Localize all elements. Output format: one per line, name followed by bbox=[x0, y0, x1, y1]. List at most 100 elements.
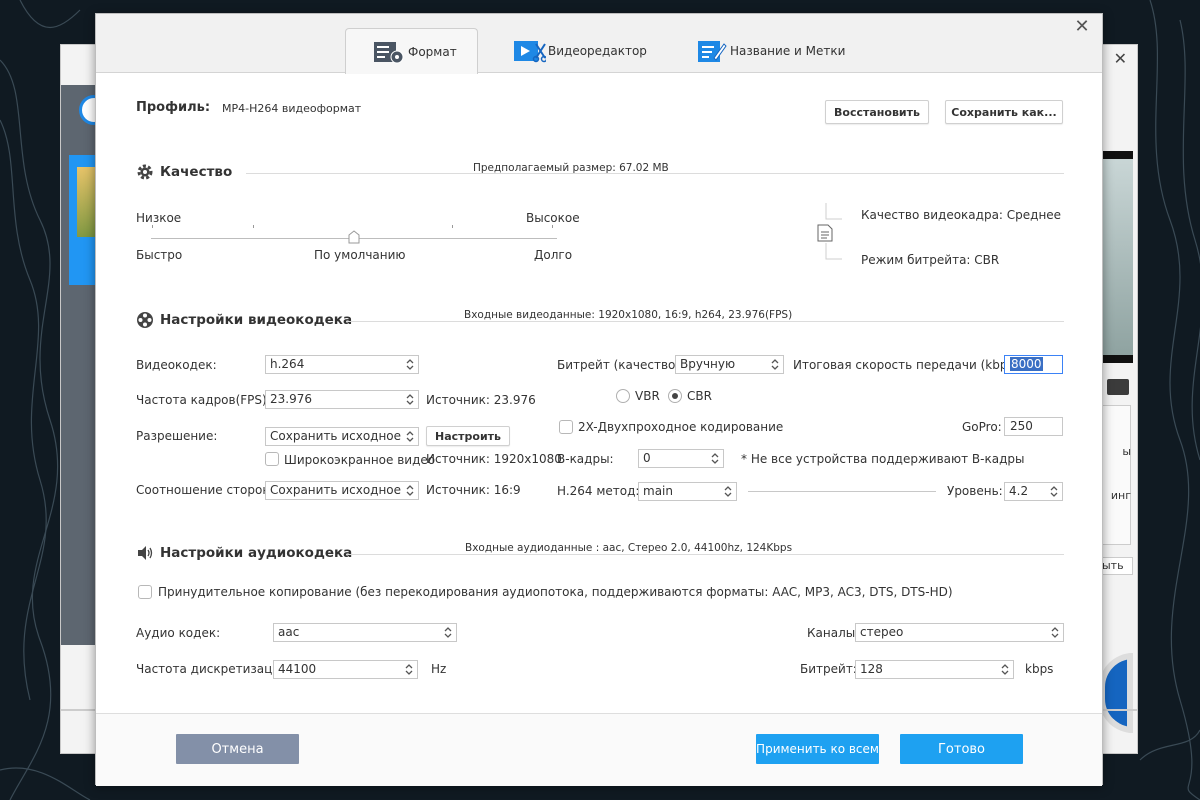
resolution-value: Сохранить исходное bbox=[270, 429, 402, 443]
audio-bitrate-value: 128 bbox=[860, 662, 883, 676]
background-folder-icon[interactable] bbox=[1107, 379, 1129, 395]
cbr-radio[interactable] bbox=[668, 389, 682, 403]
dialog-footer: Отмена Применить ко всем Готово bbox=[96, 713, 1102, 786]
channels-label: Каналы: bbox=[807, 626, 860, 640]
aspect-label: Соотношение сторон: bbox=[136, 483, 275, 497]
video-codec-value: h.264 bbox=[270, 357, 305, 371]
aspect-select[interactable]: Сохранить исходное bbox=[265, 481, 419, 500]
widescreen-checkbox[interactable] bbox=[265, 452, 279, 466]
spinner-arrows-icon bbox=[444, 627, 452, 638]
final-speed-label: Итоговая скорость передачи (kbps): bbox=[793, 358, 1023, 372]
tab-bar: Формат Видеоредактор Название и Метки ✕ bbox=[96, 14, 1102, 74]
gopro-label: GoPro: bbox=[962, 420, 1002, 434]
h264-method-value: main bbox=[643, 484, 673, 498]
spinner-arrows-icon bbox=[406, 485, 414, 496]
spinner-arrows-icon bbox=[1001, 664, 1009, 675]
speed-fast-label: Быстро bbox=[136, 248, 183, 262]
video-codec-select[interactable]: h.264 bbox=[265, 355, 419, 374]
audio-bitrate-select[interactable]: 128 bbox=[855, 660, 1014, 679]
configure-button[interactable]: Настроить bbox=[426, 426, 510, 446]
video-section-title: Настройки видеокодека bbox=[136, 311, 352, 329]
fps-select[interactable]: 23.976 bbox=[265, 390, 419, 409]
quality-slider-thumb[interactable] bbox=[348, 230, 360, 244]
samplerate-select[interactable]: 44100 bbox=[273, 660, 418, 679]
aspect-source: Источник: 16:9 bbox=[426, 483, 521, 497]
format-icon bbox=[374, 41, 404, 63]
samplerate-unit: Hz bbox=[431, 662, 447, 676]
force-copy-checkbox[interactable] bbox=[138, 585, 152, 599]
apply-to-all-button[interactable]: Применить ко всем bbox=[756, 734, 879, 764]
background-close-icon[interactable]: ✕ bbox=[1114, 49, 1127, 68]
info-bracket bbox=[817, 203, 842, 260]
background-text: инг bbox=[1110, 489, 1131, 502]
resolution-select[interactable]: Сохранить исходное bbox=[265, 427, 419, 446]
video-title: Настройки видеокодека bbox=[160, 312, 353, 328]
profile-value: MP4-H264 видеоформат bbox=[222, 102, 362, 115]
level-select[interactable]: 4.2 bbox=[1004, 482, 1063, 501]
done-button[interactable]: Готово bbox=[900, 734, 1023, 764]
samplerate-value: 44100 bbox=[278, 662, 317, 676]
bitrate-select[interactable]: Вручную bbox=[675, 355, 784, 374]
tab-video-editor-label: Видеоредактор bbox=[548, 44, 647, 58]
bframes-value: 0 bbox=[643, 451, 651, 465]
cbr-label: CBR bbox=[687, 389, 712, 403]
video-codec-label: Видеокодек: bbox=[136, 358, 217, 372]
spinner-arrows-icon bbox=[406, 431, 414, 442]
gear-icon bbox=[137, 164, 153, 180]
audio-section-title: Настройки аудиокодека bbox=[136, 544, 352, 562]
aspect-value: Сохранить исходное bbox=[270, 483, 402, 497]
fps-source: Источник: 23.976 bbox=[426, 393, 536, 407]
audio-bitrate-label: Битрейт: bbox=[800, 662, 857, 676]
tab-format[interactable]: Формат bbox=[345, 28, 478, 74]
twopass-checkbox[interactable] bbox=[559, 420, 573, 434]
audio-codec-label: Аудио кодек: bbox=[136, 626, 221, 640]
channels-select[interactable]: стерео bbox=[855, 623, 1064, 642]
level-value: 4.2 bbox=[1009, 484, 1029, 498]
restore-button[interactable]: Восстановить bbox=[825, 100, 929, 124]
format-settings-dialog: Формат Видеоредактор Название и Метки ✕ bbox=[95, 13, 1103, 786]
section-divider bbox=[246, 173, 1064, 174]
bframes-select[interactable]: 0 bbox=[638, 449, 724, 468]
background-panel bbox=[1101, 405, 1131, 545]
quality-low-label: Низкое bbox=[136, 211, 182, 225]
quality-title: Качество bbox=[160, 164, 233, 180]
spinner-arrows-icon bbox=[406, 359, 414, 370]
final-speed-value: 8000 bbox=[1010, 357, 1043, 371]
cancel-button[interactable]: Отмена bbox=[176, 734, 299, 764]
widescreen-label: Широкоэкранное видео bbox=[284, 453, 436, 467]
h264-method-select[interactable]: main bbox=[638, 482, 737, 501]
h264-method-label: H.264 метод: bbox=[557, 484, 640, 498]
gopro-value: 250 bbox=[1010, 419, 1033, 433]
resolution-source: Источник: 1920x1080 bbox=[426, 452, 562, 466]
tab-video-editor[interactable]: Видеоредактор bbox=[512, 28, 672, 74]
spinner-arrows-icon bbox=[724, 486, 732, 497]
gopro-input[interactable]: 250 bbox=[1004, 417, 1063, 436]
audio-codec-select[interactable]: aac bbox=[273, 623, 457, 642]
final-speed-input[interactable]: 8000 bbox=[1004, 355, 1063, 374]
twopass-label: 2X-Двухпроходное кодирование bbox=[578, 420, 784, 434]
method-divider bbox=[748, 491, 936, 492]
audio-title: Настройки аудиокодека bbox=[160, 545, 353, 561]
tab-title-tags-label: Название и Метки bbox=[730, 44, 846, 58]
speed-default-label: По умолчанию bbox=[314, 248, 406, 262]
background-convert-button[interactable] bbox=[1099, 653, 1133, 733]
slider-tick bbox=[152, 225, 153, 228]
video-input-info: Входные видеоданные: 1920x1080, 16:9, h2… bbox=[464, 309, 793, 321]
fps-value: 23.976 bbox=[270, 392, 312, 406]
profile-label: Профиль: bbox=[136, 100, 211, 115]
bframes-note: * Не все устройства поддерживают B-кадры bbox=[741, 452, 1025, 466]
video-editor-icon bbox=[514, 41, 546, 63]
spinner-arrows-icon bbox=[405, 664, 413, 675]
bitrate-value: Вручную bbox=[680, 357, 736, 371]
tab-title-tags[interactable]: Название и Метки bbox=[694, 28, 874, 74]
spinner-arrows-icon bbox=[406, 394, 414, 405]
level-label: Уровень: bbox=[947, 484, 1003, 498]
save-as-button[interactable]: Сохранить как... bbox=[945, 100, 1063, 124]
section-divider bbox=[346, 554, 1064, 555]
resolution-label: Разрешение: bbox=[136, 429, 218, 443]
speaker-icon bbox=[138, 546, 153, 560]
close-icon[interactable]: ✕ bbox=[1072, 16, 1092, 37]
vbr-radio[interactable] bbox=[616, 389, 630, 403]
spinner-arrows-icon bbox=[1050, 486, 1058, 497]
bitrate-label: Битрейт (качество): bbox=[557, 358, 685, 372]
